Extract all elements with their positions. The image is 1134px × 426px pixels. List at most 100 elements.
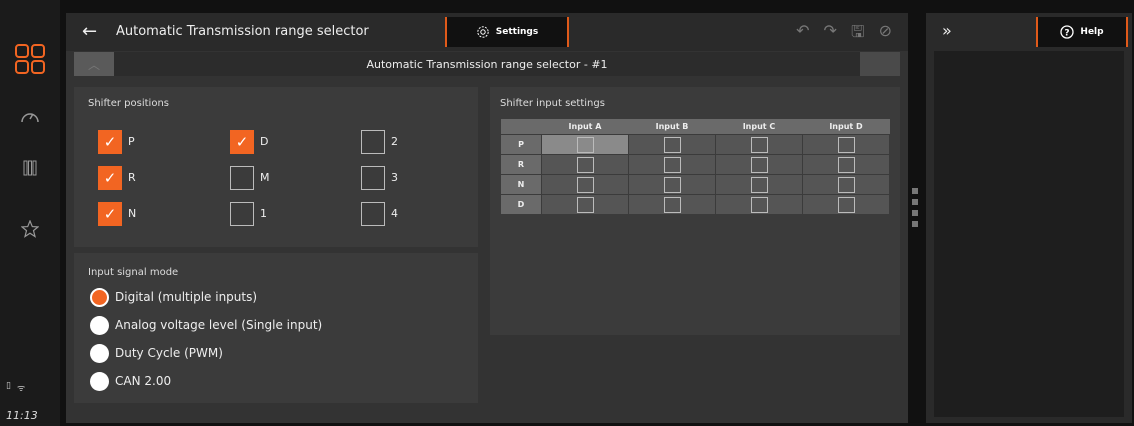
table-cell [802,193,890,215]
cell-checkbox[interactable] [837,137,855,153]
table-row: N [500,173,890,195]
settings-button[interactable]: Settings [445,17,569,47]
checkbox-3-label: 3 [391,171,398,184]
table-cell [628,133,716,155]
wifi-icon: ᯤ [16,384,26,394]
table-corner [500,119,542,134]
input-signal-mode-panel: Input signal mode Digital (multiple inpu… [74,253,478,403]
table-cell [541,173,629,195]
checkbox-r-label: R [128,171,136,184]
checkbox-d[interactable]: ✓ [230,130,254,154]
shifter-input-settings-panel: Shifter input settings Input A Input B I… [490,87,900,335]
cell-checkbox[interactable] [837,157,855,173]
chevron-up-icon[interactable]: ︿ [74,52,114,76]
instance-selector-value: Automatic Transmission range selector - … [114,52,860,76]
table-cell [628,193,716,215]
columns-icon[interactable] [0,160,60,176]
table-cell [802,133,890,155]
help-panel: » ? Help [926,13,1132,423]
table-row: D [500,193,890,215]
table-row: P [500,133,890,155]
top-bar: ← Automatic Transmission range selector … [66,13,908,51]
page-dot[interactable] [912,210,918,216]
cell-checkbox[interactable] [576,197,594,213]
radio-duty-cycle-label: Duty Cycle (PWM) [115,346,223,360]
checkbox-r[interactable]: ✓ [98,166,122,190]
table-cell [541,153,629,175]
checkbox-p[interactable]: ✓ [98,130,122,154]
table-cell [802,173,890,195]
expand-panel-icon[interactable]: » [942,21,952,40]
cell-checkbox[interactable] [750,177,768,193]
input-signal-mode-title: Input signal mode [88,267,179,278]
column-header: Input C [715,119,803,134]
help-button[interactable]: ? Help [1036,17,1128,47]
cell-checkbox[interactable] [750,197,768,213]
checkbox-1[interactable] [230,202,254,226]
table-header-row: Input A Input B Input C Input D [500,119,890,134]
settings-label: Settings [495,27,539,37]
battery-icon: ▯ [6,381,11,391]
cell-checkbox[interactable] [837,177,855,193]
redo-icon[interactable]: ↷ [824,21,837,48]
cell-checkbox[interactable] [663,177,681,193]
cell-checkbox[interactable] [750,157,768,173]
cell-checkbox[interactable] [576,157,594,173]
checkbox-m[interactable] [230,166,254,190]
help-label: Help [1080,27,1104,37]
page-indicator[interactable] [912,188,918,227]
page-dot[interactable] [912,199,918,205]
input-mapping-table: Input A Input B Input C Input D P R N D [500,119,890,215]
table-cell [628,173,716,195]
cell-checkbox[interactable] [663,157,681,173]
cell-checkbox[interactable] [576,137,594,153]
page-dot[interactable] [912,188,918,194]
main-area: ← Automatic Transmission range selector … [66,13,1040,423]
column-header: Input A [541,119,629,134]
cell-checkbox[interactable] [663,137,681,153]
row-label: R [500,153,542,175]
row-label: D [500,193,542,215]
cell-checkbox[interactable] [576,177,594,193]
table-row: R [500,153,890,175]
table-cell [715,173,803,195]
column-header: Input D [802,119,890,134]
shifter-positions-title: Shifter positions [88,98,169,109]
gear-icon [477,26,489,38]
page-title: Automatic Transmission range selector [116,24,369,39]
table-cell [715,133,803,155]
row-label: P [500,133,542,155]
radio-analog[interactable] [90,316,109,335]
cell-checkbox[interactable] [837,197,855,213]
checkbox-4[interactable] [361,202,385,226]
radio-duty-cycle[interactable] [90,344,109,363]
checkbox-m-label: M [260,171,270,184]
cell-checkbox[interactable] [663,197,681,213]
save-icon[interactable]: 🖫 [851,21,865,48]
clock: 11:13 [6,409,38,422]
table-cell [628,153,716,175]
undo-icon[interactable]: ↶ [796,21,809,48]
checkbox-n[interactable]: ✓ [98,202,122,226]
row-label: N [500,173,542,195]
checkbox-3[interactable] [361,166,385,190]
svg-text:?: ? [1065,29,1070,39]
instance-selector[interactable]: ︿ Automatic Transmission range selector … [74,52,1040,76]
apps-grid-icon[interactable] [0,44,60,74]
shifter-positions-panel: Shifter positions ✓ P ✓ D 2 ✓ R M 3 ✓ N … [74,87,478,247]
radio-analog-label: Analog voltage level (Single input) [115,318,323,332]
toolbar-icons: ↶ ↷ 🖫 ⊘ [796,21,892,48]
disabled-icon[interactable]: ⊘ [879,21,892,48]
radio-can[interactable] [90,372,109,391]
cell-checkbox[interactable] [750,137,768,153]
checkbox-2[interactable] [361,130,385,154]
gauge-icon[interactable] [0,108,60,124]
checkbox-d-label: D [260,135,269,148]
radio-digital[interactable] [90,288,109,307]
back-arrow-icon[interactable]: ← [82,21,97,42]
column-header: Input B [628,119,716,134]
page-dot[interactable] [912,221,918,227]
table-cell [715,193,803,215]
star-icon[interactable] [0,220,60,238]
help-content [934,51,1124,417]
